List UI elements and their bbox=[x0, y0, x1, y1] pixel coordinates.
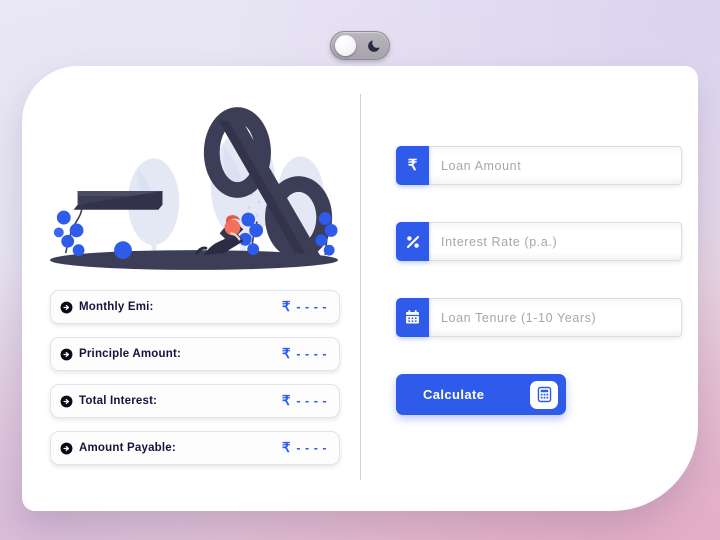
arrow-circle-icon bbox=[60, 348, 73, 361]
result-amount: - - - - bbox=[296, 300, 327, 314]
rupee-glyph: ₹ bbox=[407, 157, 418, 174]
result-value: ₹ - - - - bbox=[282, 346, 327, 362]
calculator-card: Monthly Emi: ₹ - - - - Principle Amount:… bbox=[22, 66, 698, 511]
result-label: Amount Payable: bbox=[79, 442, 176, 454]
result-label: Monthly Emi: bbox=[79, 301, 154, 313]
left-pane: Monthly Emi: ₹ - - - - Principle Amount:… bbox=[22, 66, 360, 511]
rupee-icon: ₹ bbox=[281, 393, 291, 408]
calculate-button[interactable]: Calculate bbox=[396, 374, 566, 415]
interest-rate-field bbox=[396, 222, 682, 261]
result-label: Total Interest: bbox=[79, 395, 158, 407]
loan-tenure-input[interactable] bbox=[427, 298, 682, 337]
arrow-circle-icon bbox=[60, 395, 73, 408]
result-amount: - - - - bbox=[296, 394, 327, 408]
dark-mode-toggle[interactable] bbox=[330, 31, 390, 60]
result-value: ₹ - - - - bbox=[282, 440, 327, 456]
rupee-icon: ₹ bbox=[281, 440, 291, 455]
percent-illustration bbox=[49, 107, 339, 270]
moon-icon bbox=[367, 38, 382, 53]
result-value: ₹ - - - - bbox=[282, 299, 327, 315]
right-pane: ₹ Loan Amount Interest Rate (p.a.) Loan … bbox=[360, 66, 698, 511]
arrow-circle-icon bbox=[60, 442, 73, 455]
result-value: ₹ - - - - bbox=[282, 393, 327, 409]
calendar-icon bbox=[396, 298, 429, 337]
result-row-monthly-emi: Monthly Emi: ₹ - - - - bbox=[50, 290, 340, 324]
results-list: Monthly Emi: ₹ - - - - Principle Amount:… bbox=[50, 290, 340, 465]
result-row-principle-amount: Principle Amount: ₹ - - - - bbox=[50, 337, 340, 371]
result-row-amount-payable: Amount Payable: ₹ - - - - bbox=[50, 431, 340, 465]
result-amount: - - - - bbox=[296, 347, 327, 361]
loan-amount-field: ₹ bbox=[396, 146, 682, 185]
percent-icon bbox=[396, 222, 429, 261]
calculate-button-label: Calculate bbox=[423, 387, 485, 402]
result-amount: - - - - bbox=[296, 441, 327, 455]
rupee-icon: ₹ bbox=[281, 299, 291, 314]
result-label: Principle Amount: bbox=[79, 348, 182, 360]
rupee-icon: ₹ bbox=[396, 146, 429, 185]
arrow-circle-icon bbox=[60, 301, 73, 314]
loan-amount-input[interactable] bbox=[427, 146, 682, 185]
result-row-total-interest: Total Interest: ₹ - - - - bbox=[50, 384, 340, 418]
rupee-icon: ₹ bbox=[281, 346, 291, 361]
calculator-icon bbox=[530, 380, 558, 409]
interest-rate-input[interactable] bbox=[427, 222, 682, 261]
toggle-knob[interactable] bbox=[335, 35, 356, 56]
loan-tenure-field bbox=[396, 298, 682, 337]
